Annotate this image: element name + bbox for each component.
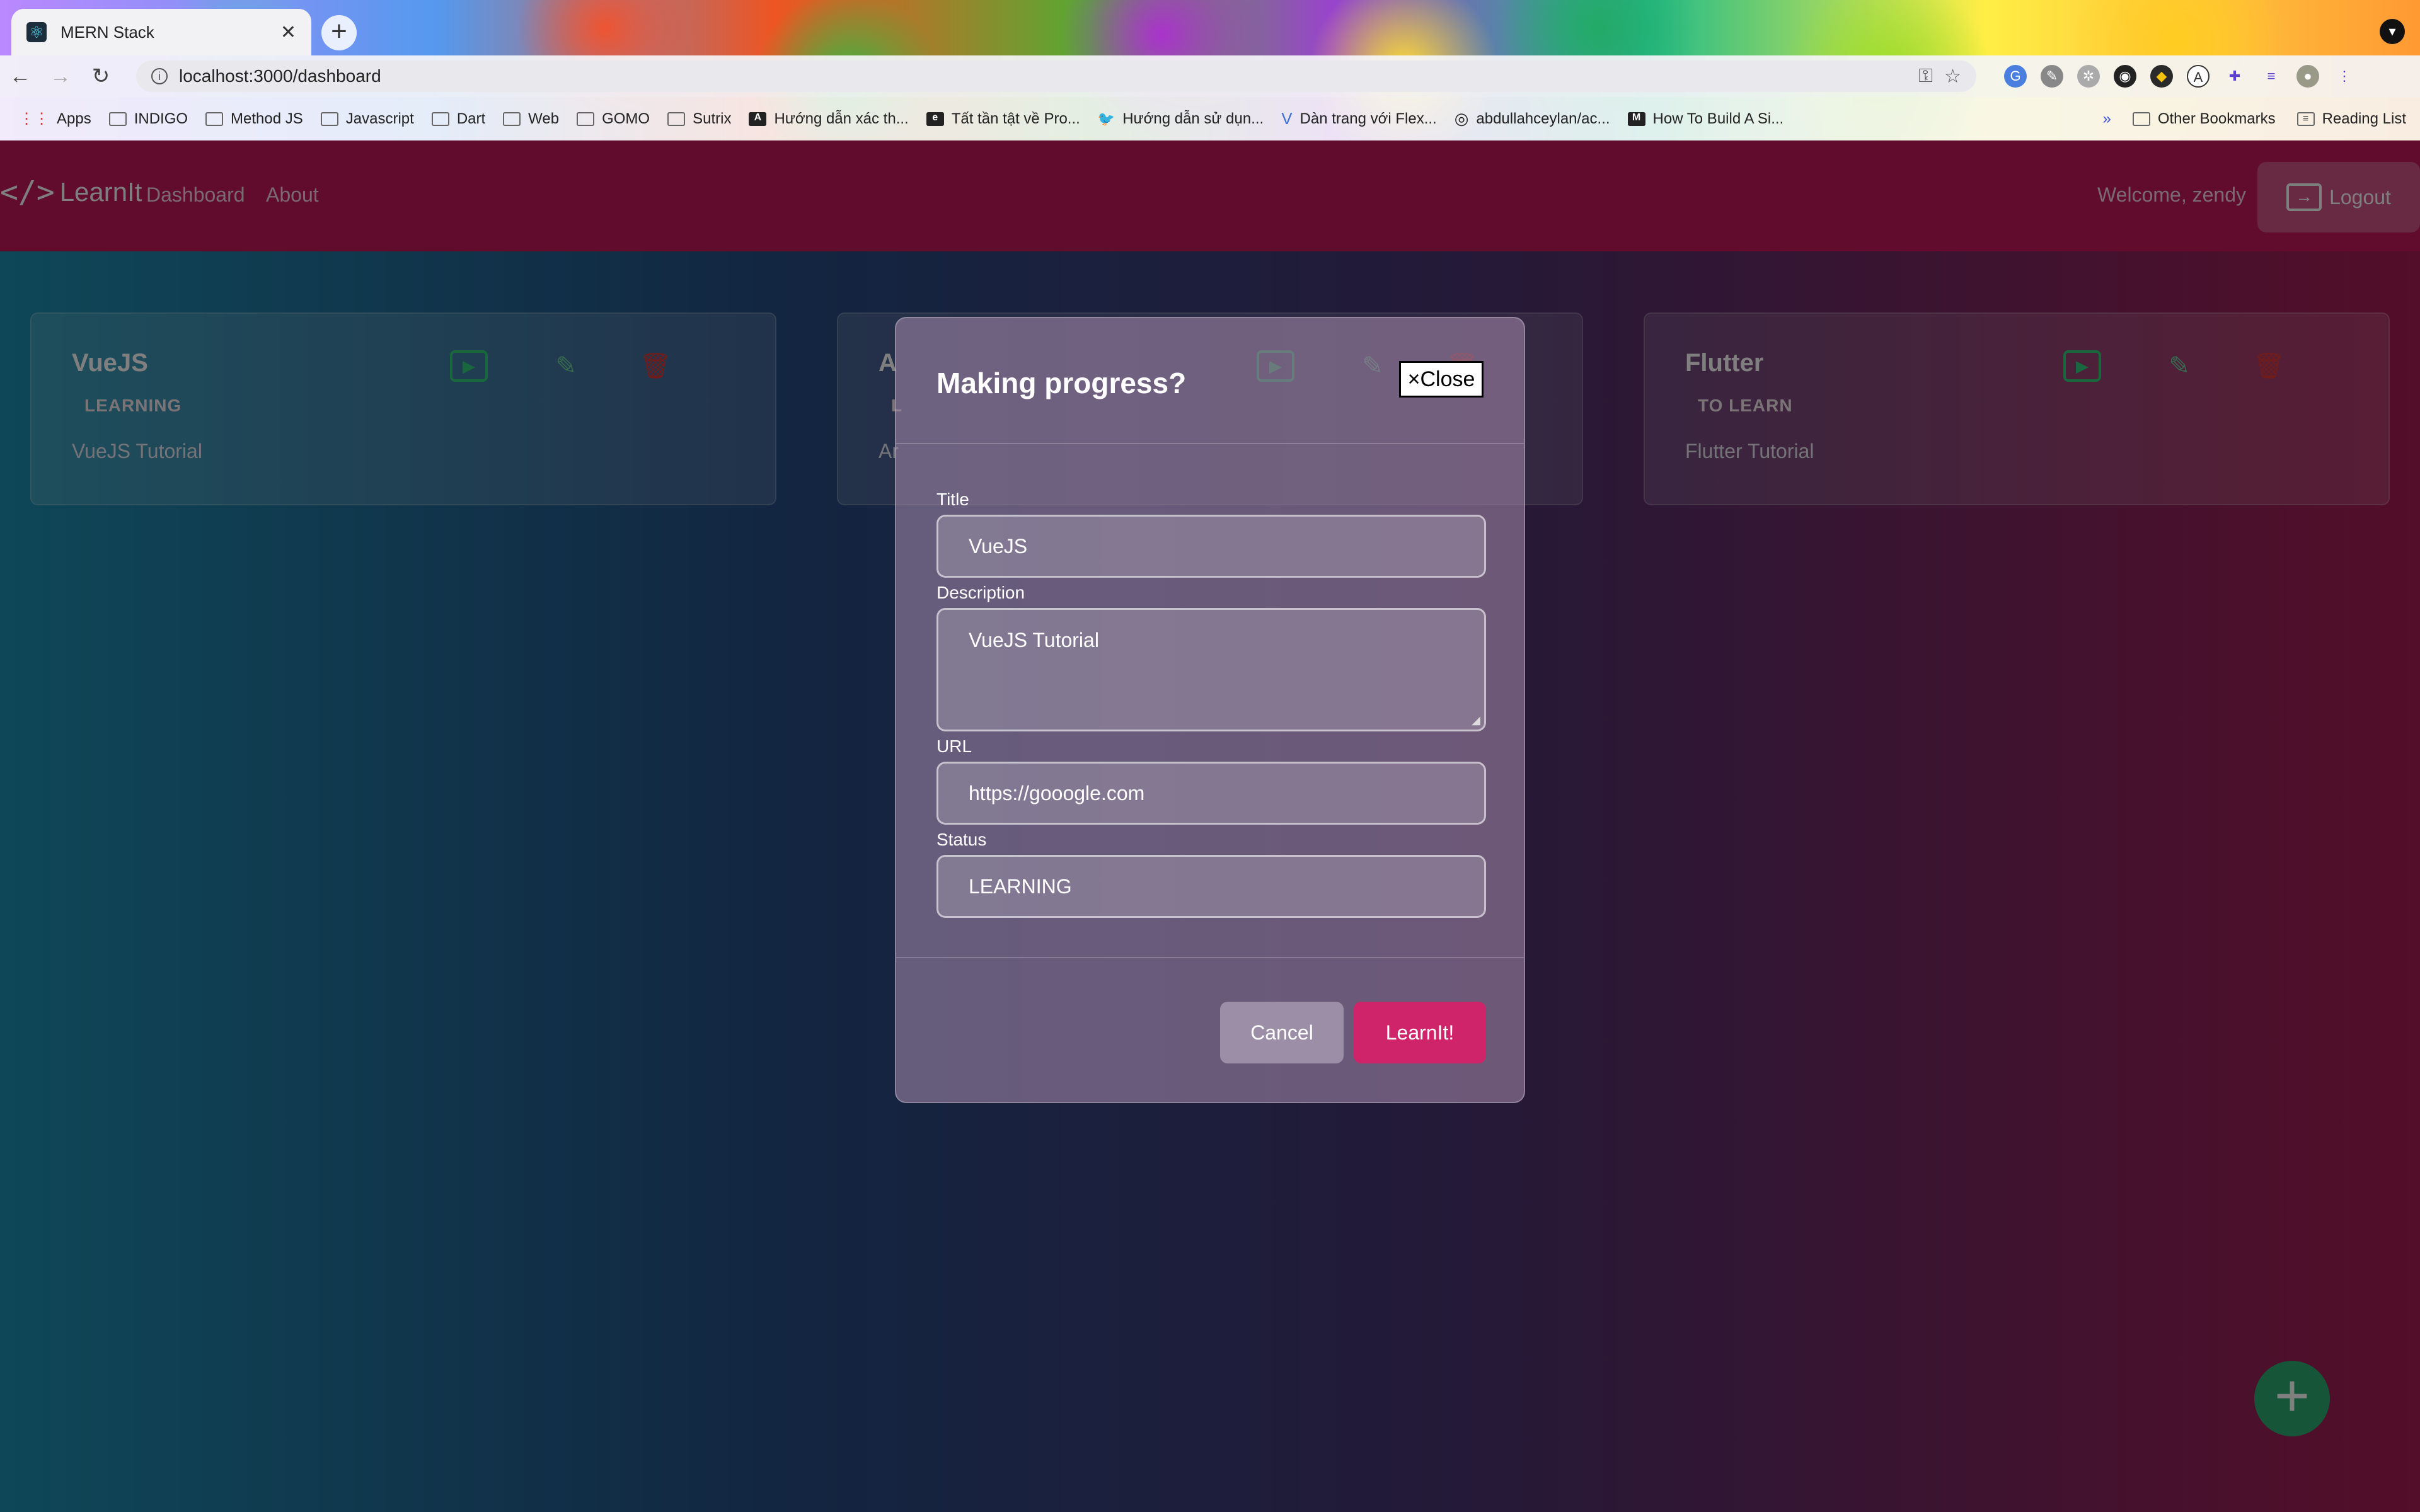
- bookmark-label: Apps: [57, 110, 91, 127]
- loading-extension-icon[interactable]: ✲: [2077, 65, 2100, 88]
- bookmark-label: Dart: [456, 110, 486, 127]
- bookmark-label: Dàn trang với Flex...: [1299, 110, 1437, 127]
- react-favicon-icon: ⚛: [26, 22, 47, 42]
- modal-backdrop[interactable]: Making progress? ×Close Title VueJS Desc…: [0, 140, 2420, 1512]
- bookmark-link[interactable]: e Tất tần tật về Pro...: [926, 110, 1080, 128]
- browser-tab[interactable]: ⚛ MERN Stack ✕: [11, 9, 311, 55]
- back-arrow-icon[interactable]: ←: [0, 64, 40, 89]
- modal-footer: [896, 957, 1524, 958]
- github-icon: ◎: [1454, 109, 1469, 128]
- learnit-submit-button[interactable]: LearnIt!: [1354, 1002, 1486, 1063]
- tab-close-icon[interactable]: ✕: [280, 21, 296, 43]
- other-bookmarks-label: Other Bookmarks: [2157, 110, 2276, 127]
- bookmark-folder[interactable]: Sutrix: [667, 110, 731, 128]
- info-icon[interactable]: i: [151, 68, 168, 84]
- bookmark-folder[interactable]: Web: [503, 110, 559, 128]
- key-icon[interactable]: ⚿: [1918, 66, 1933, 87]
- update-post-modal: Making progress? ×Close Title VueJS Desc…: [895, 317, 1525, 1103]
- bookmark-label: Hướng dẫn xác th...: [774, 110, 909, 127]
- eyedropper-extension-icon[interactable]: ✎: [2041, 65, 2063, 88]
- bookmark-folder[interactable]: GOMO: [577, 110, 650, 128]
- translate-extension-icon[interactable]: G: [2004, 65, 2027, 88]
- bookmark-apps[interactable]: ⋮⋮ Apps: [19, 110, 91, 128]
- close-button[interactable]: ×Close: [1399, 361, 1484, 398]
- bookmarks-right: » Other Bookmarks ≡ Reading List: [2102, 97, 2406, 140]
- star-bookmark-icon[interactable]: ☆: [1944, 66, 1961, 88]
- ef-logo-icon: e: [926, 112, 944, 126]
- description-textarea[interactable]: VueJS Tutorial ◢: [936, 608, 1486, 731]
- bookmarks-bar: ⋮⋮ Apps INDIGO Method JS Javascript Dart…: [0, 97, 2420, 140]
- bookmark-folder[interactable]: Method JS: [205, 110, 303, 128]
- reading-list-icon: ≡: [2296, 112, 2315, 126]
- folder-icon: [108, 112, 127, 126]
- browser-toolbar: ← → ↻ i localhost:3000/dashboard ⚿ ☆ G ✎…: [0, 55, 2420, 97]
- status-label: Status: [936, 830, 987, 849]
- forward-arrow-icon[interactable]: →: [40, 64, 81, 89]
- bookmark-label: Sutrix: [693, 110, 732, 127]
- reading-list[interactable]: ≡ Reading List: [2296, 110, 2406, 128]
- bookmark-link[interactable]: M How To Build A Si...: [1627, 110, 1784, 128]
- tab-title: MERN Stack: [60, 22, 154, 42]
- medium-icon: M: [1627, 112, 1645, 126]
- metamask-extension-icon[interactable]: ◆: [2150, 65, 2173, 88]
- bookmark-folder[interactable]: Dart: [431, 110, 486, 128]
- cancel-button[interactable]: Cancel: [1220, 1002, 1344, 1063]
- bookmark-label: Tất tần tật về Pro...: [951, 110, 1080, 127]
- resize-grip-icon[interactable]: ◢: [1472, 714, 1480, 727]
- apps-grid-icon: ⋮⋮: [19, 110, 49, 127]
- vue-icon: V: [1281, 109, 1293, 128]
- a-logo-icon: A: [749, 112, 767, 126]
- bookmark-label: Hướng dẫn sử dụn...: [1122, 110, 1264, 127]
- reading-list-label: Reading List: [2322, 110, 2406, 127]
- folder-icon: [431, 112, 449, 126]
- url-text: localhost:3000/dashboard: [179, 66, 381, 86]
- modal-header: Making progress? ×Close: [896, 318, 1524, 444]
- bookmark-folder[interactable]: INDIGO: [108, 110, 188, 128]
- description-value: VueJS Tutorial: [969, 629, 1099, 651]
- tab-search-icon[interactable]: ▾: [2380, 19, 2405, 44]
- bookmark-label: GOMO: [602, 110, 650, 127]
- profile-avatar-icon[interactable]: ●: [2296, 65, 2319, 88]
- url-label: URL: [936, 736, 972, 756]
- bookmark-label: abdullahceylan/ac...: [1476, 110, 1610, 127]
- description-label: Description: [936, 583, 1025, 602]
- bookmark-label: How To Build A Si...: [1652, 110, 1784, 127]
- more-menu-icon[interactable]: ⋮: [2333, 65, 2356, 88]
- bookmark-link[interactable]: ◎ abdullahceylan/ac...: [1455, 109, 1610, 129]
- folder-icon: [577, 112, 595, 126]
- modal-title: Making progress?: [936, 367, 1187, 399]
- bookmark-folder[interactable]: Javascript: [320, 110, 414, 128]
- bookmark-label: Web: [528, 110, 560, 127]
- folder-icon: [667, 112, 686, 126]
- status-select[interactable]: LEARNING: [936, 855, 1486, 918]
- bookmark-link[interactable]: A Hướng dẫn xác th...: [749, 110, 909, 128]
- folder-icon: [2132, 112, 2150, 126]
- title-input[interactable]: VueJS: [936, 515, 1486, 578]
- folder-icon: [503, 112, 521, 126]
- dark-extension-icon[interactable]: ◉: [2114, 65, 2136, 88]
- bookmark-link[interactable]: V Dàn trang với Flex...: [1281, 109, 1437, 129]
- tab-bar: ⚛ MERN Stack ✕ + ▾: [0, 0, 2420, 55]
- media-control-icon[interactable]: ≡: [2260, 65, 2283, 88]
- bookmark-label: Method JS: [231, 110, 303, 127]
- title-label: Title: [936, 490, 969, 509]
- bookmark-label: Javascript: [345, 110, 414, 127]
- bookmark-label: INDIGO: [134, 110, 188, 127]
- address-bar[interactable]: i localhost:3000/dashboard ⚿ ☆: [136, 60, 1976, 92]
- a-extension-icon[interactable]: A: [2187, 65, 2210, 88]
- other-bookmarks[interactable]: Other Bookmarks: [2132, 110, 2276, 128]
- more-bookmarks-button[interactable]: »: [2102, 110, 2111, 128]
- reload-icon[interactable]: ↻: [81, 64, 121, 89]
- puzzle-extensions-icon[interactable]: ✚: [2223, 65, 2246, 88]
- folder-icon: [320, 112, 338, 126]
- bookmark-link[interactable]: 🐦 Hướng dẫn sử dụn...: [1098, 110, 1264, 128]
- extensions-area: G ✎ ✲ ◉ ◆ A ✚ ≡ ● ⋮: [2004, 60, 2356, 92]
- folder-icon: [205, 112, 224, 126]
- url-input[interactable]: https://gooogle.com: [936, 762, 1486, 825]
- new-tab-button[interactable]: +: [321, 15, 357, 50]
- bird-icon: 🐦: [1097, 110, 1115, 127]
- browser-chrome: ⚛ MERN Stack ✕ + ▾ ← → ↻ i localhost:300…: [0, 0, 2420, 140]
